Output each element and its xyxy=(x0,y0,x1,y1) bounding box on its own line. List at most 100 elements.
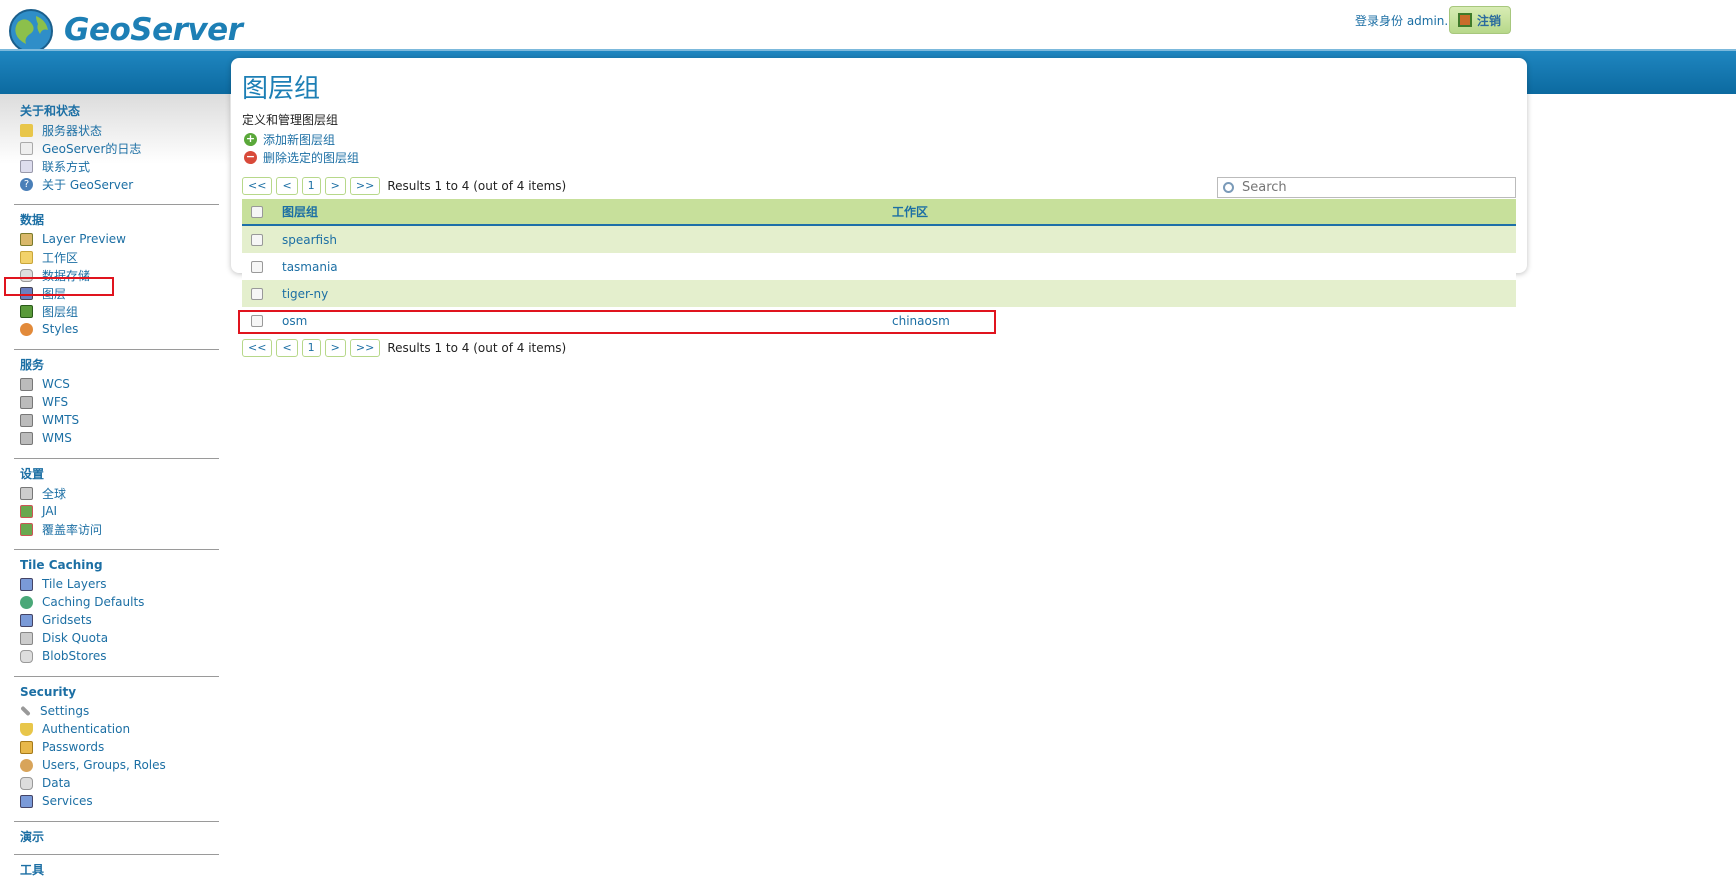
pager-first-button[interactable]: << xyxy=(242,177,273,195)
layer-group-icon xyxy=(20,304,33,318)
pager-next-button[interactable]: > xyxy=(324,177,346,195)
pager-prev-button[interactable]: < xyxy=(276,339,298,357)
sidebar-item-server-status[interactable]: 服务器状态 xyxy=(20,121,141,139)
table-header-row: 图层组 工作区 xyxy=(242,199,1516,226)
services-icon xyxy=(20,794,33,808)
remove-icon: − xyxy=(244,150,257,164)
sidebar-section-title-demos[interactable]: 演示 xyxy=(20,827,44,847)
layer-group-link[interactable]: tiger-ny xyxy=(282,287,328,301)
brand-title: GeoServer xyxy=(64,12,243,48)
contact-card-icon xyxy=(20,159,33,173)
row-checkbox[interactable] xyxy=(251,287,263,300)
sidebar-section-settings: 设置 全球 JAI 覆盖率访问 xyxy=(0,464,102,538)
pager-first-button[interactable]: << xyxy=(242,339,273,357)
logout-icon xyxy=(1458,13,1472,27)
sidebar-section-about: 关于和状态 服务器状态 GeoServer的日志 联系方式 ? 关于 GeoSer… xyxy=(0,101,141,193)
column-header-workspace[interactable]: 工作区 xyxy=(892,203,928,220)
sidebar-item-users-groups-roles[interactable]: Users, Groups, Roles xyxy=(20,756,166,774)
sidebar-item-disk-quota[interactable]: Disk Quota xyxy=(20,629,144,647)
layer-group-link[interactable]: tasmania xyxy=(282,260,338,274)
sidebar-item-security-data[interactable]: Data xyxy=(20,774,166,792)
sidebar-item-blobstores[interactable]: BlobStores xyxy=(20,647,144,665)
highlight-box-sidebar xyxy=(4,277,114,296)
row-checkbox[interactable] xyxy=(251,260,263,273)
search-input[interactable] xyxy=(1242,180,1502,195)
sidebar-section-title: 数据 xyxy=(20,213,45,227)
row-checkbox[interactable] xyxy=(251,233,263,246)
server-icon xyxy=(20,395,33,409)
sidebar-item-wcs[interactable]: WCS xyxy=(20,375,79,393)
pager-last-button[interactable]: >> xyxy=(349,177,381,195)
sidebar-item-tile-layers[interactable]: Tile Layers xyxy=(20,575,144,593)
logout-button[interactable]: 注销 xyxy=(1449,6,1511,34)
sidebar-item-authentication[interactable]: Authentication xyxy=(20,720,166,738)
sidebar-section-title-tools[interactable]: 工具 xyxy=(20,860,44,880)
sidebar-item-wfs[interactable]: WFS xyxy=(20,393,79,411)
highlight-box-osm-row xyxy=(238,310,996,334)
sidebar-divider xyxy=(14,821,219,822)
sidebar-item-gridsets[interactable]: Gridsets xyxy=(20,611,144,629)
sidebar-section-demos: 演示 xyxy=(0,827,44,847)
table-row: spearfish xyxy=(242,226,1516,253)
sidebar-item-contact[interactable]: 联系方式 xyxy=(20,157,141,175)
grid-icon xyxy=(20,577,33,591)
table-row: tiger-ny xyxy=(242,280,1516,307)
sidebar: 关于和状态 服务器状态 GeoServer的日志 联系方式 ? 关于 GeoSer… xyxy=(0,94,230,882)
user-info: 登录身份 admin. xyxy=(1355,14,1449,28)
select-all-checkbox[interactable] xyxy=(251,205,263,218)
sidebar-item-global[interactable]: 全球 xyxy=(20,484,102,502)
sidebar-section-tools: 工具 xyxy=(0,860,44,880)
sidebar-section-title: 关于和状态 xyxy=(20,104,81,118)
sidebar-item-wms[interactable]: WMS xyxy=(20,429,79,447)
sidebar-item-security-services[interactable]: Services xyxy=(20,792,166,810)
globe-icon xyxy=(20,595,33,609)
remove-layer-group-link[interactable]: − 删除选定的图层组 xyxy=(244,149,359,166)
pager-last-button[interactable]: >> xyxy=(349,339,381,357)
database-lock-icon xyxy=(20,776,33,790)
add-layer-group-link[interactable]: + 添加新图层组 xyxy=(244,131,335,148)
sidebar-section-title: Security xyxy=(20,685,77,699)
image-icon xyxy=(20,522,33,536)
sidebar-section-data: 数据 Layer Preview 工作区 数据存储 图层 图层组 Styles xyxy=(0,210,126,338)
sidebar-item-security-settings[interactable]: Settings xyxy=(20,702,166,720)
search-icon xyxy=(1223,182,1234,193)
sidebar-item-layer-groups[interactable]: 图层组 xyxy=(20,302,126,320)
shield-icon xyxy=(20,722,33,736)
sidebar-item-about[interactable]: ? 关于 GeoServer xyxy=(20,175,141,193)
users-icon xyxy=(20,758,33,772)
pager-top: << < 1 > >> Results 1 to 4 (out of 4 ite… xyxy=(242,177,566,195)
sidebar-item-logs[interactable]: GeoServer的日志 xyxy=(20,139,141,157)
sidebar-divider xyxy=(14,676,219,677)
sidebar-item-workspaces[interactable]: 工作区 xyxy=(20,248,126,266)
header: GeoServer 登录身份 admin. 注销 xyxy=(0,0,1736,53)
pager-info: Results 1 to 4 (out of 4 items) xyxy=(387,341,567,355)
sidebar-section-tile-caching: Tile Caching Tile Layers Caching Default… xyxy=(0,555,144,665)
pager-page-button[interactable]: 1 xyxy=(301,177,321,195)
pager-page-button[interactable]: 1 xyxy=(301,339,321,357)
map-icon xyxy=(20,232,33,246)
pager-prev-button[interactable]: < xyxy=(276,177,298,195)
sidebar-item-caching-defaults[interactable]: Caching Defaults xyxy=(20,593,144,611)
pager-info: Results 1 to 4 (out of 4 items) xyxy=(387,179,567,193)
server-icon xyxy=(20,377,33,391)
column-header-layer-group[interactable]: 图层组 xyxy=(282,203,318,220)
remove-layer-group-label: 删除选定的图层组 xyxy=(263,151,360,165)
warning-icon xyxy=(20,123,33,137)
page-title: 图层组 xyxy=(242,74,321,104)
disk-icon xyxy=(20,631,33,645)
layer-group-link[interactable]: spearfish xyxy=(282,233,337,247)
sidebar-section-services: 服务 WCS WFS WMTS WMS xyxy=(0,355,79,447)
sidebar-item-passwords[interactable]: Passwords xyxy=(20,738,166,756)
sidebar-divider xyxy=(14,349,219,350)
server-icon xyxy=(20,413,33,427)
server-icon xyxy=(20,431,33,445)
sidebar-divider xyxy=(14,854,219,855)
sidebar-item-jai[interactable]: JAI xyxy=(20,502,102,520)
palette-icon xyxy=(20,322,33,336)
pager-next-button[interactable]: > xyxy=(324,339,346,357)
sidebar-item-wmts[interactable]: WMTS xyxy=(20,411,79,429)
sidebar-item-coverage-access[interactable]: 覆盖率访问 xyxy=(20,520,102,538)
sidebar-item-styles[interactable]: Styles xyxy=(20,320,126,338)
sidebar-section-title: Tile Caching xyxy=(20,558,103,572)
sidebar-item-layer-preview[interactable]: Layer Preview xyxy=(20,230,126,248)
